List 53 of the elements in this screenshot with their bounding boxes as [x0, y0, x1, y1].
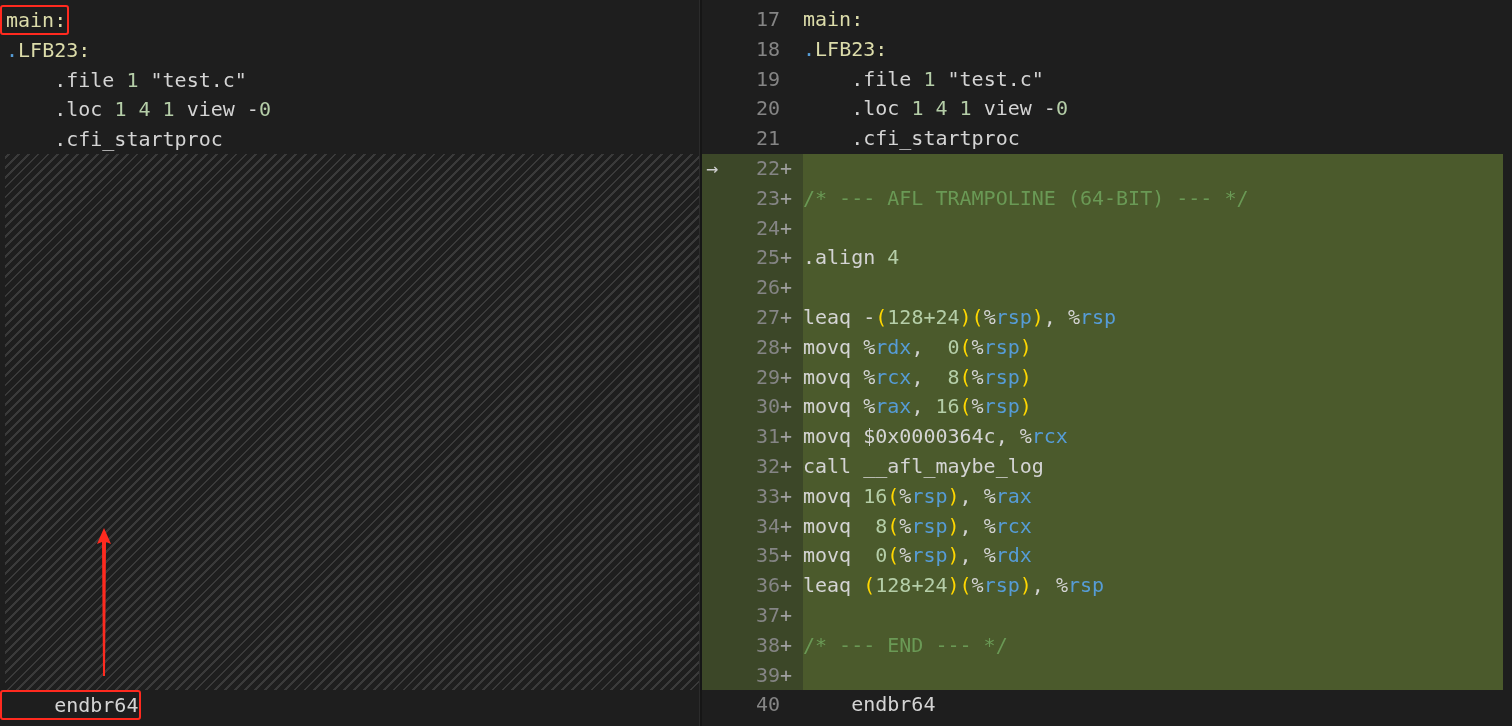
added-line-sign: + [780, 184, 794, 212]
added-line-sign: + [780, 661, 794, 689]
line-number: 29 [754, 363, 780, 391]
line-number: 24 [754, 214, 780, 242]
line-number: 27 [754, 303, 780, 331]
code-line: .loc 1 4 1 view -0 [53, 96, 272, 124]
line-number: 38 [754, 631, 780, 659]
added-line-sign: + [780, 482, 794, 510]
code-line: main: [803, 6, 865, 33]
current-change-arrow-icon: → [702, 154, 736, 184]
added-line-sign: + [780, 274, 794, 302]
added-line-sign: + [780, 631, 794, 659]
line-number: 36 [754, 572, 780, 600]
line-number: 20 [754, 95, 780, 123]
added-line-sign: + [780, 155, 794, 182]
line-number: 30 [754, 393, 780, 421]
added-line-sign: + [780, 572, 794, 600]
line-number: 34 [754, 512, 780, 540]
added-line-sign: + [780, 303, 794, 331]
line-number: 21 [754, 125, 780, 153]
added-line-sign: + [780, 512, 794, 540]
line-number: 37 [754, 601, 780, 629]
code-line: .cfi_startproc [850, 125, 1021, 153]
code-line: .cfi_startproc [53, 126, 224, 154]
code-line: .LFB23: [5, 36, 92, 64]
line-number: 17 [754, 6, 780, 33]
added-line-sign: + [780, 601, 794, 629]
line-number: 26 [754, 274, 780, 302]
added-line-sign: + [780, 423, 794, 451]
line-number: 35 [754, 542, 780, 570]
code-line: endbr64 [850, 691, 937, 719]
added-line-sign: + [780, 363, 794, 391]
added-line-sign: + [780, 214, 794, 242]
added-line-sign: + [780, 542, 794, 570]
line-number: 33 [754, 482, 780, 510]
added-line-sign: + [780, 452, 794, 480]
added-line-sign: + [780, 244, 794, 272]
code-line: .file 1 "test.c" [850, 65, 1045, 93]
line-number: 25 [754, 244, 780, 272]
added-line-sign: + [780, 393, 794, 421]
line-number: 32 [754, 452, 780, 480]
line-number: 19 [754, 65, 780, 93]
line-number: 40 [754, 691, 780, 719]
code-line: .file 1 "test.c" [53, 66, 248, 94]
added-line-sign: + [780, 333, 794, 361]
line-number: 28 [754, 333, 780, 361]
code-line: .loc 1 4 1 view -0 [850, 95, 1069, 123]
line-number: 22 [754, 155, 780, 182]
line-number: 23 [754, 184, 780, 212]
line-number: 31 [754, 423, 780, 451]
code-line: .LFB23: [803, 35, 889, 63]
line-number: 18 [754, 35, 780, 63]
line-number: 39 [754, 661, 780, 689]
